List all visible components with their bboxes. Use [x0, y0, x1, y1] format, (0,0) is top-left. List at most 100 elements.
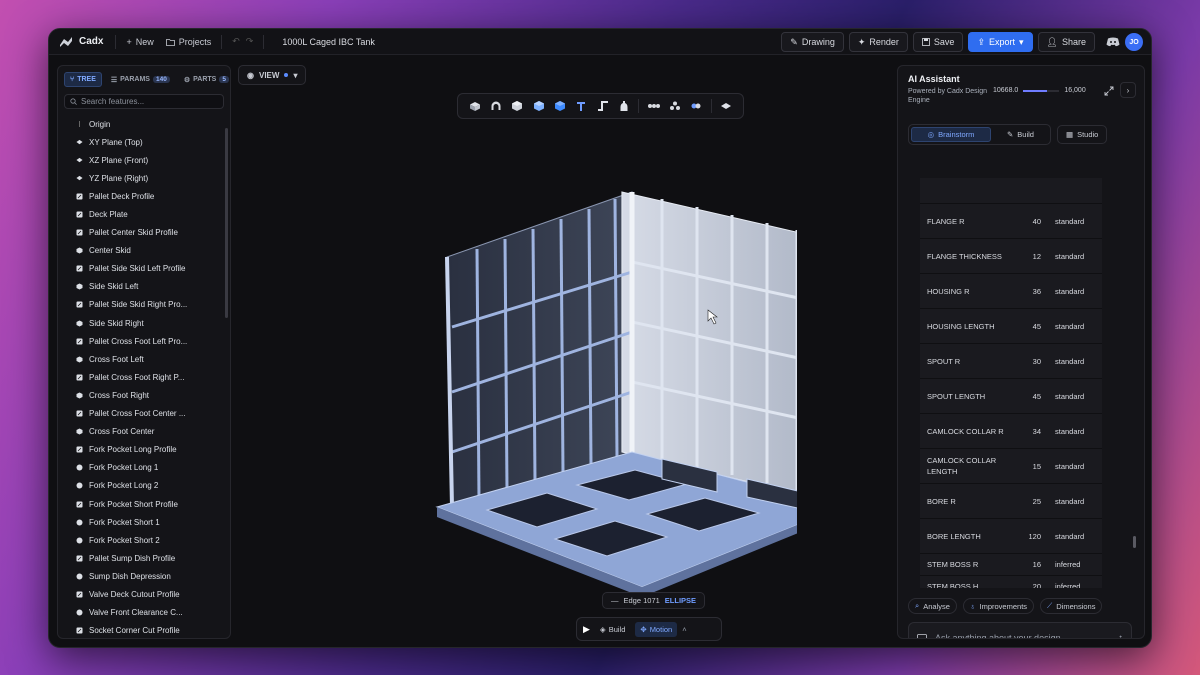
- tree-item[interactable]: Fork Pocket Long 1: [58, 459, 230, 477]
- tree-item[interactable]: Pallet Side Skid Left Profile: [58, 260, 230, 278]
- tree-item[interactable]: Fork Pocket Short 1: [58, 513, 230, 531]
- tree-item[interactable]: Fork Pocket Short 2: [58, 531, 230, 549]
- parameter-table: VALVE Z155standardFLANGE R40standardFLAN…: [920, 178, 1102, 588]
- tree-item[interactable]: Side Skid Left: [58, 278, 230, 296]
- param-row[interactable]: CAMLOCK COLLAR R 34 standard: [920, 414, 1102, 449]
- improvements-chip[interactable]: ♁ Improvements: [962, 598, 1035, 614]
- tree-item[interactable]: Socket Corner Cut Profile: [58, 622, 230, 638]
- tab-parts[interactable]: ⚙ PARTS 5: [179, 72, 230, 87]
- dimensions-chip[interactable]: ⟋ Dimensions: [1040, 598, 1103, 614]
- tree-item[interactable]: Cross Foot Left: [58, 350, 230, 368]
- tab-params[interactable]: ☰ PARAMS 140: [106, 72, 175, 87]
- play-icon[interactable]: ▶: [583, 624, 590, 635]
- param-row[interactable]: BORE LENGTH 120 standard: [920, 519, 1102, 554]
- document-title[interactable]: 1000L Caged IBC Tank: [282, 37, 375, 47]
- chevron-up-icon[interactable]: ˄: [682, 625, 686, 634]
- drawing-button[interactable]: ✎ Drawing: [781, 32, 844, 52]
- param-row[interactable]: CAMLOCK COLLAR LENGTH 15 standard: [920, 449, 1102, 484]
- studio-button[interactable]: ▦ Studio: [1056, 125, 1108, 144]
- param-row[interactable]: HOUSING R 36 standard: [920, 274, 1102, 309]
- param-source: standard: [1055, 531, 1085, 541]
- param-row[interactable]: SPOUT R 30 standard: [920, 344, 1102, 379]
- tab-build[interactable]: ✎ Build: [993, 127, 1048, 142]
- param-row[interactable]: HOUSING LENGTH 45 standard: [920, 309, 1102, 344]
- analyse-chip[interactable]: ⌕ Analyse: [908, 598, 957, 614]
- tree-item[interactable]: XZ Plane (Front): [58, 151, 230, 169]
- tab-brainstorm[interactable]: ◎ Brainstorm: [911, 127, 991, 142]
- discord-icon[interactable]: [1106, 37, 1120, 47]
- param-row[interactable]: FLANGE R 40 standard: [920, 204, 1102, 239]
- arch-tool-icon[interactable]: [489, 99, 503, 113]
- param-name: HOUSING R: [927, 286, 970, 296]
- expand-icon[interactable]: [1104, 86, 1114, 96]
- redo-button[interactable]: ↷: [246, 32, 260, 52]
- param-row[interactable]: STEM BOSS R 16 inferred: [920, 554, 1102, 576]
- tree-item[interactable]: Fork Pocket Short Profile: [58, 495, 230, 513]
- ibc-tank-model[interactable]: [377, 187, 797, 597]
- undo-button[interactable]: ↶: [226, 32, 246, 52]
- build-mode-button[interactable]: ◈ Build: [595, 622, 630, 637]
- tree-item[interactable]: Valve Front Clearance C...: [58, 604, 230, 622]
- export-button[interactable]: ⇪ Export ▾: [968, 32, 1033, 52]
- left-panel-tabs: ⑂ TREE ☰ PARAMS 140 ⚙ PARTS 5: [58, 66, 230, 87]
- share-button[interactable]: 👤︎ Share: [1037, 32, 1095, 52]
- tree-item[interactable]: Sump Dish Depression: [58, 567, 230, 585]
- tree-item[interactable]: Fork Pocket Long Profile: [58, 441, 230, 459]
- text-tool-icon[interactable]: [574, 99, 588, 113]
- revolve-tool-icon[interactable]: [532, 99, 546, 113]
- tree-item[interactable]: YZ Plane (Right): [58, 169, 230, 187]
- tree-item[interactable]: XY Plane (Top): [58, 133, 230, 151]
- projects-button[interactable]: Projects: [160, 32, 218, 52]
- bottle-tool-icon[interactable]: [617, 99, 631, 113]
- tree-item[interactable]: Pallet Sump Dish Profile: [58, 549, 230, 567]
- 3d-viewport[interactable]: ◉ VIEW ▾ — Edge 1071 ELLIPSE ▶ ◈ Build ✥…: [237, 57, 887, 647]
- save-button[interactable]: Save: [912, 32, 964, 52]
- param-value: 15: [1032, 461, 1041, 471]
- new-button[interactable]: + New: [120, 32, 159, 52]
- tree-item[interactable]: Pallet Cross Foot Center ...: [58, 405, 230, 423]
- send-arrow-icon[interactable]: ↑: [1118, 633, 1123, 639]
- param-row[interactable]: STEM BOSS H 20 inferred: [920, 576, 1102, 588]
- box-tool-icon[interactable]: [468, 99, 482, 113]
- params-scrollbar[interactable]: [1133, 536, 1136, 548]
- tree-item[interactable]: Side Skid Right: [58, 314, 230, 332]
- tree-scrollbar[interactable]: [225, 128, 228, 318]
- tree-item[interactable]: Fork Pocket Long 2: [58, 477, 230, 495]
- plane-tool-icon[interactable]: [719, 99, 733, 113]
- tree-item[interactable]: Deck Plate: [58, 205, 230, 223]
- param-row[interactable]: FLANGE THICKNESS 12 standard: [920, 239, 1102, 274]
- tree-item[interactable]: Cross Foot Center: [58, 423, 230, 441]
- param-row[interactable]: SPOUT LENGTH 45 standard: [920, 379, 1102, 414]
- tab-tree[interactable]: ⑂ TREE: [64, 72, 102, 87]
- param-row[interactable]: BORE R 25 standard: [920, 484, 1102, 519]
- pattern-linear-icon[interactable]: [647, 99, 661, 113]
- tree-item[interactable]: Origin: [58, 115, 230, 133]
- tree-item-label: Pallet Cross Foot Center ...: [89, 409, 186, 419]
- param-row[interactable]: VALVE Z155standard: [920, 178, 1102, 204]
- extrude-tool-icon[interactable]: [510, 99, 524, 113]
- app-logo[interactable]: Cadx: [59, 36, 103, 48]
- tree-item[interactable]: Pallet Deck Profile: [58, 187, 230, 205]
- render-button[interactable]: ✦ Render: [848, 32, 908, 52]
- tree-item[interactable]: Cross Foot Right: [58, 386, 230, 404]
- image-attach-icon[interactable]: [917, 633, 927, 640]
- search-input[interactable]: [81, 97, 221, 106]
- user-avatar[interactable]: JO: [1125, 33, 1143, 51]
- tree-item[interactable]: Pallet Side Skid Right Pro...: [58, 296, 230, 314]
- solid-icon: [76, 428, 83, 435]
- tree-item[interactable]: Pallet Cross Foot Left Pro...: [58, 332, 230, 350]
- motion-mode-button[interactable]: ✥ Motion: [635, 621, 678, 637]
- chevron-right-icon: ›: [1126, 85, 1130, 95]
- tree-item[interactable]: Valve Deck Cutout Profile: [58, 585, 230, 603]
- collapse-panel-button[interactable]: ›: [1120, 82, 1136, 98]
- ai-prompt-input[interactable]: [935, 633, 1110, 638]
- shell-tool-icon[interactable]: [553, 99, 567, 113]
- pattern-circular-icon[interactable]: [668, 99, 682, 113]
- tree-item[interactable]: Center Skid: [58, 242, 230, 260]
- tree-item[interactable]: Pallet Center Skid Profile: [58, 224, 230, 242]
- path-tool-icon[interactable]: [596, 99, 610, 113]
- tree-item-label: Origin: [89, 119, 111, 129]
- view-button[interactable]: ◉ VIEW ▾: [238, 65, 307, 85]
- tree-item[interactable]: Pallet Cross Foot Right P...: [58, 368, 230, 386]
- boolean-tool-icon[interactable]: [689, 99, 703, 113]
